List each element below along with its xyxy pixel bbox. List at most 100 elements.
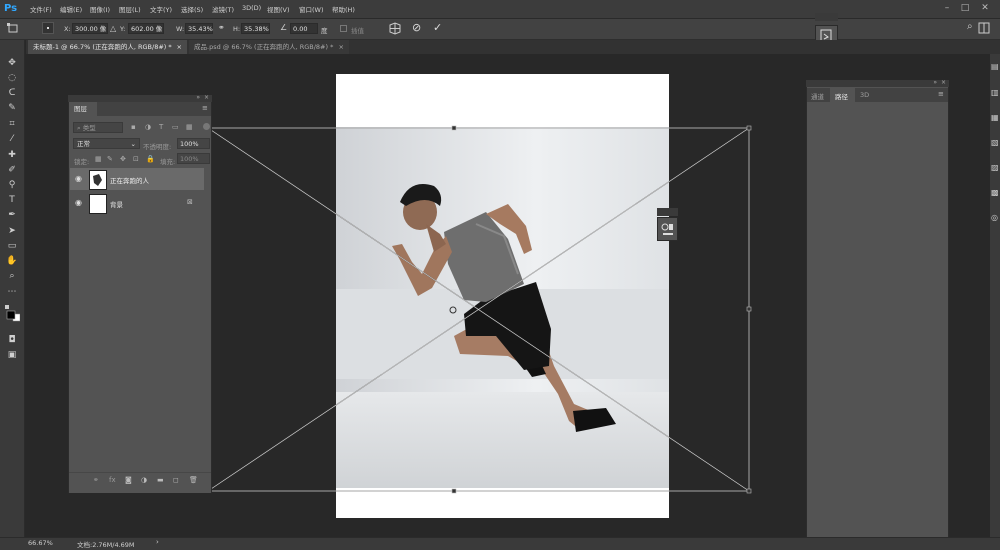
adjustments-mini-panel[interactable] (657, 217, 678, 241)
marquee-tool-icon[interactable]: ◌ (5, 72, 19, 84)
lock-all-icon[interactable]: 🔒 (146, 155, 155, 163)
tab-close-icon[interactable]: × (339, 40, 344, 54)
angle-input[interactable]: 0.00 (290, 23, 318, 34)
move-tool-icon[interactable]: ✥ (5, 57, 19, 69)
blend-mode-select[interactable]: 正常 ⌄ (73, 138, 140, 149)
visibility-eye-icon[interactable]: ◉ (75, 174, 82, 183)
filter-shape-icon[interactable]: ▭ (172, 123, 179, 131)
link-icon[interactable]: ⚭ (218, 23, 225, 32)
hand-tool-icon[interactable]: ✋ (5, 255, 19, 267)
panel-icon-6[interactable]: ▩ (991, 188, 999, 197)
panel-icon-1[interactable]: ▤ (991, 62, 999, 71)
floating-panel-header[interactable] (657, 208, 678, 216)
menu-window[interactable]: 窗口(W) (299, 4, 324, 14)
minimize-button[interactable]: – (940, 2, 954, 14)
menu-type[interactable]: 文字(Y) (150, 4, 172, 14)
close-window-button[interactable]: ✕ (978, 2, 992, 14)
path-select-tool-icon[interactable]: ➤ (5, 225, 19, 237)
quick-select-tool-icon[interactable]: ✎ (5, 102, 19, 114)
trash-icon[interactable]: 🗑 (189, 476, 198, 484)
menu-select[interactable]: 选择(S) (181, 4, 203, 14)
menu-filter[interactable]: 滤镜(T) (212, 4, 234, 14)
panel-icon-3[interactable]: ▦ (991, 113, 999, 122)
free-transform-box[interactable] (205, 120, 765, 500)
healing-brush-tool-icon[interactable]: ✚ (5, 149, 19, 161)
zoom-level[interactable]: 66.67% (28, 539, 53, 547)
menu-3d[interactable]: 3D(D) (242, 4, 261, 12)
menu-layer[interactable]: 图层(L) (119, 4, 141, 14)
layer-row[interactable]: ◉ 正在奔跑的人 (70, 168, 204, 190)
tab-close-icon[interactable]: × (177, 40, 182, 54)
lasso-tool-icon[interactable]: ᑕ (5, 87, 19, 99)
warp-mode-icon[interactable] (388, 22, 402, 35)
status-menu-arrow-icon[interactable]: › (156, 538, 159, 546)
search-icon[interactable]: ⌕ (967, 21, 973, 32)
more-tools-icon[interactable]: ⋯ (5, 286, 19, 298)
menu-image[interactable]: 图像(I) (90, 4, 110, 14)
tab-paths[interactable]: 路径 (835, 91, 848, 101)
panel-icon-2[interactable]: ▥ (991, 88, 999, 97)
crop-tool-icon[interactable]: ⌗ (5, 118, 19, 130)
quick-mask-icon[interactable]: ◘ (5, 334, 19, 346)
panel-menu-icon[interactable]: ≡ (202, 104, 208, 112)
visibility-eye-icon[interactable]: ◉ (75, 198, 82, 207)
mini-panel-header[interactable] (815, 13, 838, 21)
w-input[interactable]: 35.43% (185, 23, 213, 34)
cancel-transform-icon[interactable]: ⊘ (412, 21, 421, 34)
layer-row[interactable]: ◉ 背景 ⊠ (70, 192, 204, 214)
panel-menu-icon[interactable]: ≡ (938, 90, 944, 98)
interpolation-checkbox[interactable] (340, 25, 347, 32)
workspace-icon[interactable] (978, 22, 990, 34)
maximize-button[interactable]: □ (958, 2, 972, 14)
brush-tool-icon[interactable]: ✐ (5, 164, 19, 176)
shape-tool-icon[interactable]: ▭ (5, 240, 19, 252)
panel-icon-4[interactable]: ▧ (991, 138, 999, 147)
y-input[interactable]: 602.00 像 (128, 23, 164, 34)
filter-adjustment-icon[interactable]: ◑ (145, 123, 151, 131)
menu-view[interactable]: 视图(V) (267, 4, 290, 14)
type-tool-icon[interactable]: T (5, 194, 19, 206)
zoom-tool-icon[interactable]: ⌕ (5, 270, 19, 282)
paths-panel-header[interactable]: » × (806, 79, 949, 87)
filter-type-icon[interactable]: T (159, 123, 163, 131)
color-swatches[interactable] (5, 305, 21, 327)
tab-layers[interactable]: 图层 (69, 102, 97, 116)
adjustment-layer-icon[interactable]: ◑ (141, 476, 147, 484)
delta-icon[interactable]: △ (110, 24, 116, 33)
tab-3d[interactable]: 3D (860, 91, 869, 99)
panel-icon-7[interactable]: ◎ (991, 213, 998, 222)
menu-help[interactable]: 帮助(H) (332, 4, 355, 14)
clone-stamp-tool-icon[interactable]: ⚲ (5, 179, 19, 191)
pen-tool-icon[interactable]: ✒ (5, 209, 19, 221)
x-input[interactable]: 300.00 像 (72, 23, 108, 34)
filter-pixel-icon[interactable]: ▪ (131, 123, 136, 131)
screen-mode-icon[interactable]: ▣ (5, 349, 19, 361)
fx-icon[interactable]: fx (109, 476, 116, 484)
lock-transparent-icon[interactable]: ▦ (95, 155, 102, 163)
add-mask-icon[interactable]: ◙ (125, 476, 132, 484)
lock-artboard-icon[interactable]: ⊡ (133, 155, 139, 163)
menu-file[interactable]: 文件(F) (30, 4, 52, 14)
filter-toggle[interactable] (203, 123, 210, 130)
menu-edit[interactable]: 编辑(E) (60, 4, 82, 14)
lock-pixels-icon[interactable]: ✎ (107, 155, 113, 163)
layers-panel-header[interactable]: » × (68, 94, 212, 102)
reference-point-icon[interactable] (42, 22, 54, 34)
h-input[interactable]: 35.38% (241, 23, 270, 34)
document-info[interactable]: 文档:2.76M/4.69M (77, 539, 135, 549)
eyedropper-tool-icon[interactable]: ⁄ (5, 133, 19, 145)
commit-transform-icon[interactable]: ✓ (433, 21, 442, 34)
tab-channels[interactable]: 通道 (811, 91, 824, 101)
filter-smart-object-icon[interactable]: ▦ (186, 123, 193, 131)
layer-kind-filter[interactable]: ⌕ 类型 (73, 122, 123, 133)
fill-input[interactable]: 100% (177, 153, 210, 164)
transform-tool-icon[interactable] (6, 23, 20, 34)
panel-icon-5[interactable]: ▨ (991, 163, 999, 172)
new-layer-icon[interactable]: ◻ (173, 476, 179, 484)
opacity-input[interactable]: 100% (177, 138, 210, 149)
new-group-icon[interactable]: ▬ (157, 476, 164, 484)
lock-position-icon[interactable]: ✥ (120, 155, 126, 163)
tab-document-1[interactable]: 未标题-1 @ 66.7% (正在奔跑的人, RGB/8#) * × (28, 40, 187, 54)
link-layers-icon[interactable]: ⚭ (93, 476, 99, 484)
tab-document-2[interactable]: 成品.psd @ 66.7% (正在奔跑的人, RGB/8#) * × (189, 40, 349, 54)
